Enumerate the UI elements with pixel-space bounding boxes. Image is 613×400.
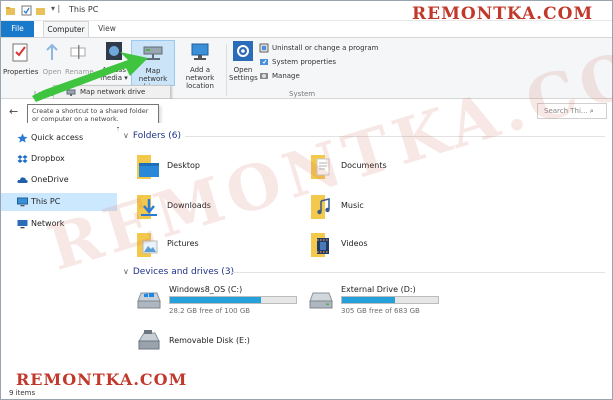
watermark-top: REMONTKA.COM bbox=[412, 4, 594, 24]
back-arrow-icon[interactable]: ← bbox=[9, 105, 18, 118]
properties-label: Properties bbox=[3, 68, 39, 76]
tab-file[interactable]: File bbox=[1, 21, 34, 37]
nav-item-onedrive[interactable]: OneDrive bbox=[1, 171, 117, 189]
add-network-location-label-2: location bbox=[186, 82, 214, 90]
folders-section-header[interactable]: ∨ Folders (6) bbox=[123, 129, 181, 143]
folder-item-videos[interactable]: Videos bbox=[309, 227, 469, 261]
computer-icon bbox=[17, 197, 28, 207]
drive-usage-fill bbox=[342, 297, 395, 303]
devices-section-header[interactable]: ∨ Devices and drives (3) bbox=[123, 265, 234, 279]
add-network-location-button[interactable]: Add a network location bbox=[177, 40, 223, 90]
item-count: 9 items bbox=[9, 389, 36, 397]
properties-quick-icon[interactable] bbox=[21, 5, 32, 16]
add-network-location-label-1: Add a network bbox=[185, 66, 215, 82]
watermark-bottom: REMONTKA.COM bbox=[16, 370, 188, 389]
drive-free-space: 28.2 GB free of 100 GB bbox=[169, 307, 251, 315]
open-settings-label-2: Settings bbox=[229, 74, 258, 82]
open-settings-label-1: Open bbox=[233, 66, 253, 74]
windows-drive-icon bbox=[137, 292, 161, 309]
rename-icon bbox=[70, 45, 86, 59]
drive-item-d[interactable]: External Drive (D:) 305 GB free of 683 G… bbox=[305, 283, 475, 319]
properties-button[interactable]: Properties bbox=[3, 42, 39, 76]
drive-usage-fill bbox=[170, 297, 261, 303]
videos-folder-icon bbox=[311, 233, 329, 257]
system-properties-icon bbox=[260, 59, 268, 65]
ribbon-separator bbox=[226, 44, 227, 96]
drive-item-c[interactable]: Windows8_OS (C:) 28.2 GB free of 100 GB bbox=[133, 283, 303, 319]
system-group-label: System bbox=[289, 90, 316, 98]
network-icon bbox=[17, 220, 28, 229]
star-icon bbox=[17, 133, 28, 143]
folder-app-icon bbox=[6, 7, 15, 15]
drive-usage-bar bbox=[341, 296, 439, 304]
network-drive-icon bbox=[143, 46, 163, 60]
network-drive-small-icon bbox=[66, 89, 76, 96]
properties-icon bbox=[12, 43, 28, 62]
open-button[interactable]: Open bbox=[39, 42, 65, 76]
section-divider bbox=[231, 272, 605, 273]
folder-label: Music bbox=[341, 201, 364, 210]
drive-free-space: 305 GB free of 683 GB bbox=[341, 307, 420, 315]
tab-view[interactable]: View bbox=[91, 21, 123, 37]
manage-icon bbox=[260, 73, 268, 79]
tab-computer[interactable]: Computer bbox=[43, 21, 89, 37]
manage-item[interactable]: Manage bbox=[259, 70, 300, 82]
quick-access-dropdown-icon[interactable]: ▾ | bbox=[51, 4, 60, 13]
dropbox-icon bbox=[17, 155, 28, 163]
drive-name: External Drive (D:) bbox=[341, 285, 416, 294]
folder-label: Videos bbox=[341, 239, 368, 248]
access-media-label: media ▾ bbox=[100, 74, 128, 82]
access-media-top-label: Access bbox=[102, 66, 126, 74]
drive-usage-bar bbox=[169, 296, 297, 304]
chevron-down-icon: ∨ bbox=[123, 267, 129, 276]
rename-label: Rename bbox=[65, 68, 94, 76]
drive-item-e[interactable]: Removable Disk (E:) bbox=[133, 325, 303, 357]
open-settings-button[interactable]: Open Settings bbox=[229, 40, 258, 82]
open-icon bbox=[46, 43, 58, 60]
map-network-drive-label-1: Map network bbox=[138, 67, 168, 83]
drive-name: Removable Disk (E:) bbox=[169, 336, 250, 345]
cloud-icon bbox=[17, 177, 28, 183]
media-icon bbox=[106, 42, 122, 60]
chevron-down-icon: ∨ bbox=[123, 131, 129, 140]
map-network-drive-button[interactable]: Map network drive ▾ bbox=[131, 40, 175, 91]
removable-disk-icon bbox=[138, 330, 160, 350]
map-network-drive-menu-item[interactable]: Map network drive bbox=[80, 88, 145, 96]
system-properties-item[interactable]: System properties bbox=[259, 56, 336, 68]
desktop-folder-icon bbox=[137, 155, 159, 179]
uninstall-icon bbox=[259, 43, 269, 53]
access-media-button[interactable]: Access media ▾ bbox=[97, 40, 131, 82]
rename-button[interactable]: Rename bbox=[65, 42, 94, 76]
settings-gear-icon bbox=[233, 41, 253, 61]
new-folder-quick-icon[interactable] bbox=[35, 5, 46, 16]
uninstall-program-item[interactable]: Uninstall or change a program bbox=[259, 42, 379, 54]
drive-name: Windows8_OS (C:) bbox=[169, 285, 243, 294]
nav-item-dropbox[interactable]: Dropbox bbox=[1, 150, 117, 168]
map-network-drive-menu: Map network drive bbox=[53, 85, 171, 99]
open-label: Open bbox=[42, 68, 62, 76]
network-location-icon bbox=[191, 43, 209, 60]
window-title: This PC bbox=[69, 5, 99, 14]
nav-item-quick-access[interactable]: Quick access bbox=[1, 129, 117, 147]
external-drive-icon bbox=[309, 292, 333, 309]
